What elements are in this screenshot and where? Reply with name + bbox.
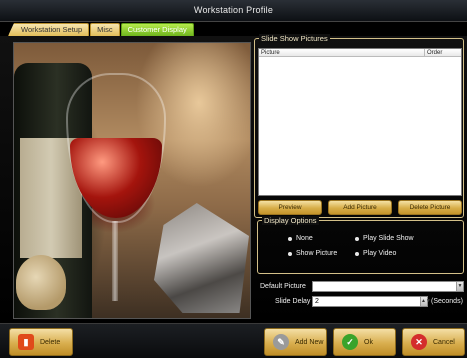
radio-play-slide-show-label: Play Slide Show — [363, 235, 414, 242]
tab-workstation-setup[interactable]: Workstation Setup — [8, 23, 90, 36]
slide-delay-unit: (Seconds) — [431, 298, 463, 305]
ok-check-icon: ✓ — [342, 334, 358, 350]
cancel-x-icon: ✕ — [411, 334, 427, 350]
grid-header: Picture Order — [259, 49, 461, 57]
tab-customer-display[interactable]: Customer Display — [120, 23, 194, 36]
spinner-icon[interactable]: ▲▼ — [420, 297, 431, 306]
default-picture-label: Default Picture — [260, 283, 306, 290]
pictures-grid[interactable]: Picture Order — [258, 48, 462, 196]
cork-shape — [16, 255, 66, 310]
slideshow-group: Slide Show Pictures Picture Order Previe… — [254, 34, 464, 218]
trash-icon: ▮ — [18, 334, 34, 350]
column-header-picture[interactable]: Picture — [259, 49, 425, 56]
slide-delay-label: Slide Delay — [275, 298, 311, 305]
radio-play-video-label: Play Video — [363, 250, 397, 257]
display-options-legend: Display Options — [262, 216, 319, 225]
tab-strip: Workstation Setup Misc Customer Display — [8, 23, 195, 36]
corkscrew-shape — [154, 203, 249, 313]
chevron-down-icon[interactable]: ▼ — [456, 282, 463, 291]
add-new-icon: ✎ — [273, 334, 289, 350]
preview-image — [13, 42, 251, 319]
cancel-button[interactable]: ✕ Cancel — [402, 328, 465, 356]
radio-dot-icon — [355, 236, 359, 241]
slide-delay-value: 2 — [315, 298, 319, 305]
ok-button[interactable]: ✓ Ok — [333, 328, 396, 356]
radio-play-video[interactable]: Play Video — [355, 250, 396, 257]
radio-none-label: None — [296, 235, 313, 242]
radio-none[interactable]: None — [288, 235, 313, 242]
delete-label: Delete — [40, 338, 61, 346]
radio-dot-icon — [288, 236, 292, 241]
radio-dot-icon — [355, 251, 359, 256]
tab-misc[interactable]: Misc — [90, 23, 120, 36]
delete-button[interactable]: ▮ Delete — [9, 328, 73, 356]
title-bar: Workstation Profile — [0, 0, 467, 22]
default-picture-select[interactable]: ▼ — [312, 281, 464, 292]
radio-play-slide-show[interactable]: Play Slide Show — [355, 235, 414, 242]
glass-stem-shape — [112, 221, 118, 301]
radio-show-picture[interactable]: Show Picture — [288, 250, 337, 257]
delete-picture-button[interactable]: Delete Picture — [398, 200, 462, 215]
window-title: Workstation Profile — [193, 5, 274, 15]
cancel-label: Cancel — [433, 338, 455, 346]
add-new-label: Add New — [295, 338, 324, 346]
add-picture-button[interactable]: Add Picture — [328, 200, 392, 215]
preview-button[interactable]: Preview — [258, 200, 322, 215]
display-options-group: Display Options None Play Slide Show Sho… — [257, 216, 464, 274]
radio-dot-icon — [288, 251, 292, 256]
radio-show-picture-label: Show Picture — [296, 250, 338, 257]
column-header-order[interactable]: Order — [425, 49, 461, 56]
slideshow-legend: Slide Show Pictures — [259, 34, 330, 43]
slide-delay-input[interactable]: 2 ▲▼ — [312, 296, 431, 307]
add-new-button[interactable]: ✎ Add New — [264, 328, 327, 356]
bottom-toolbar: ▮ Delete ✎ Add New ✓ Ok ✕ Cancel — [0, 323, 467, 358]
ok-label: Ok — [364, 338, 373, 346]
